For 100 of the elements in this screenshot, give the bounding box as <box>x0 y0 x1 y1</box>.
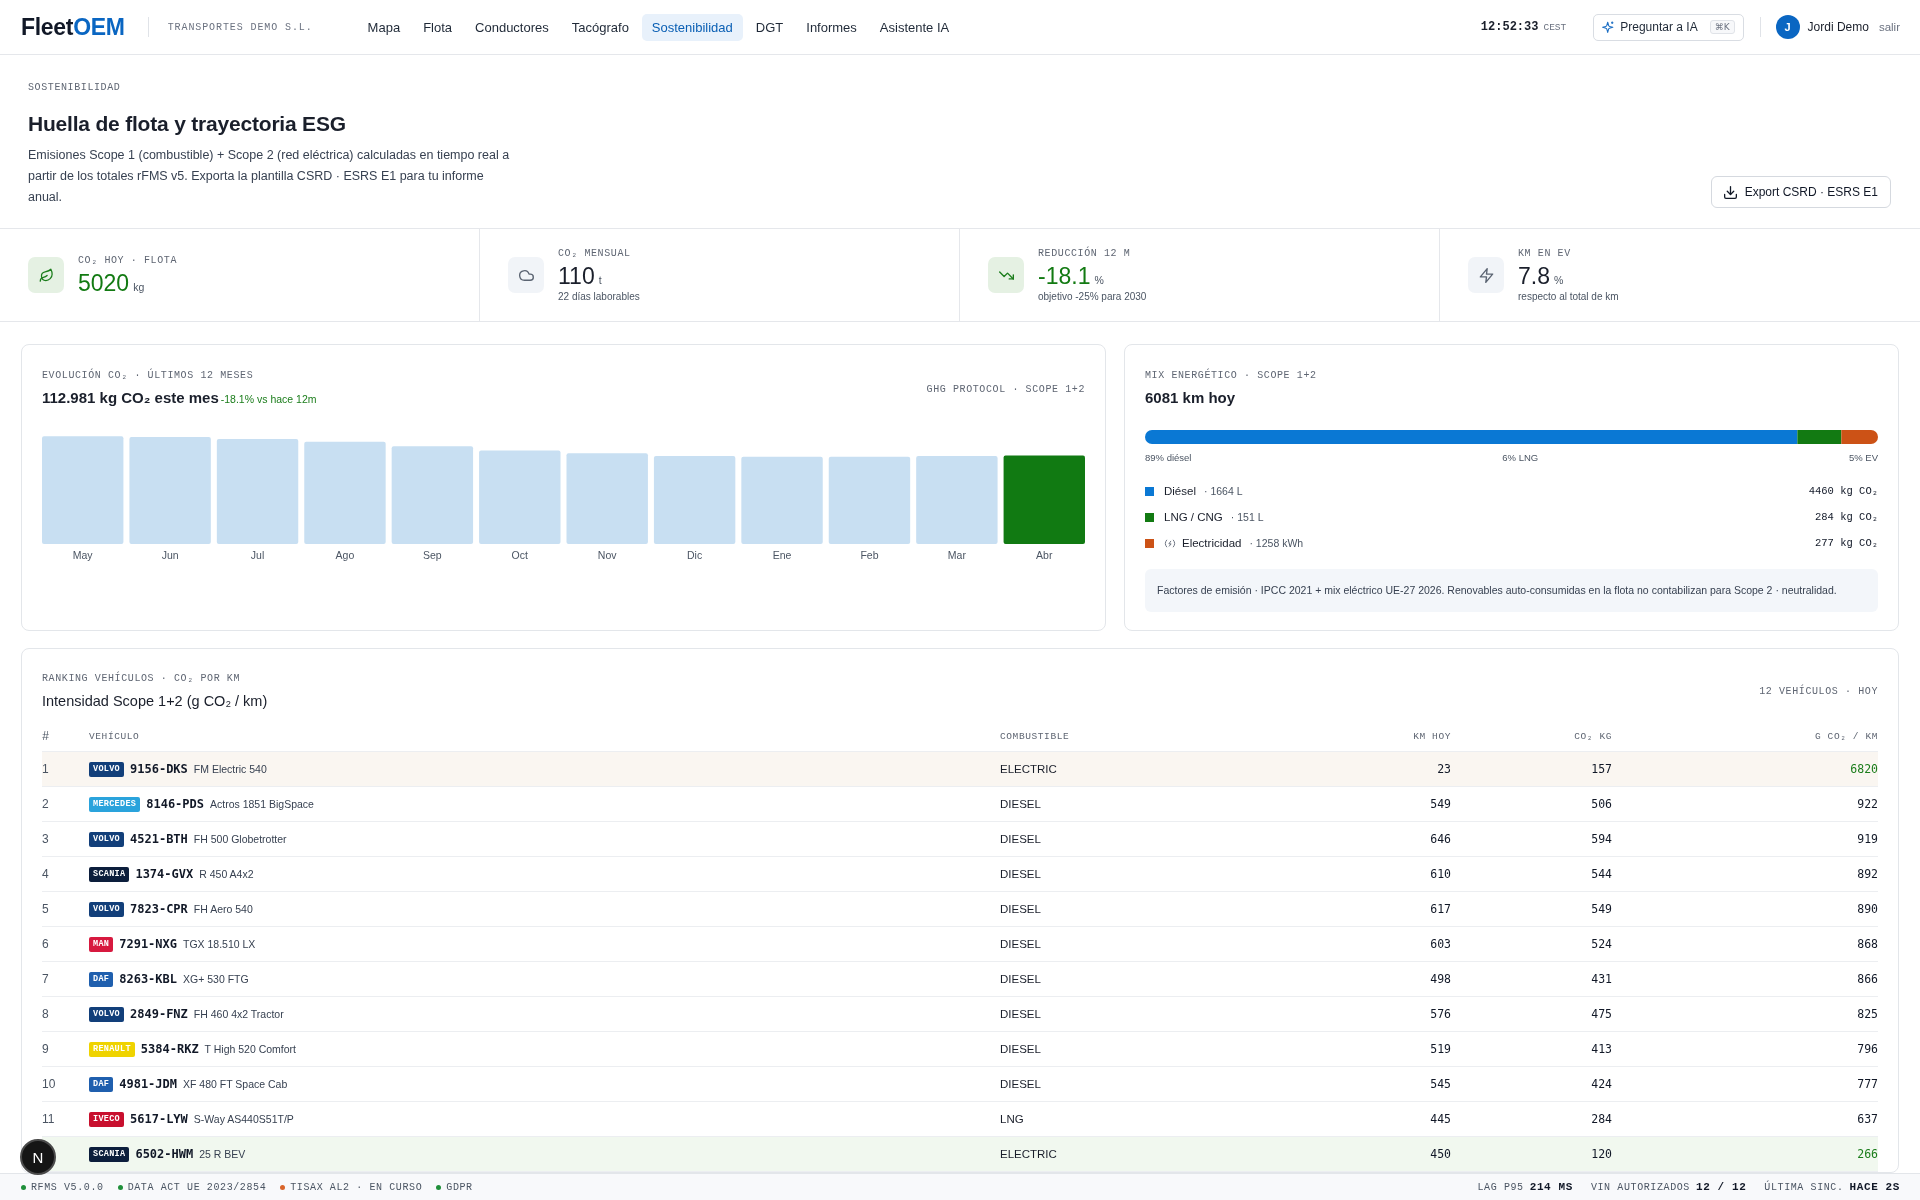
fuel-name: Diésel <box>1164 485 1196 497</box>
mix-label: 89% diésel <box>1145 451 1192 465</box>
kpi-unit: t <box>598 274 602 286</box>
brand-tag: SCANIA <box>89 866 130 882</box>
model-name: S-Way AS440S51T/P <box>193 1113 294 1125</box>
fuel-name: Electricidad <box>1182 537 1242 549</box>
user-name: Jordi Demo <box>1807 20 1869 34</box>
nav-tab[interactable]: Sostenibilidad <box>641 13 743 41</box>
model-name: XF 480 FT Space Cab <box>183 1078 288 1090</box>
model-name: R 450 A4x2 <box>199 868 254 880</box>
fuel-cell-text: ELECTRIC <box>1000 763 1058 775</box>
month-label: Feb <box>860 549 879 561</box>
km-cell-text: 610 <box>1429 867 1451 881</box>
avatar[interactable]: J <box>1775 15 1800 39</box>
brand-tag: DAF <box>89 971 114 987</box>
intensity-cell-text: 866 <box>1856 972 1878 986</box>
clock-time: 12:52:33 <box>1480 20 1539 34</box>
kpi-value: 7.8 <box>1518 263 1550 290</box>
co2-cell-text: 544 <box>1590 867 1612 881</box>
nav-tab[interactable]: DGT <box>745 13 794 41</box>
status-label: RFMS V5.0.0 <box>31 1181 104 1193</box>
intensity-cell-text: 777 <box>1856 1077 1878 1091</box>
intensity-cell-text: 868 <box>1856 937 1878 951</box>
column-header: G CO₂ / KM <box>1814 731 1878 742</box>
brand-tag: MERCEDES <box>89 796 141 812</box>
month-label: May <box>72 549 93 561</box>
metric-label: LAG P95 <box>1477 1182 1524 1193</box>
km-cell-text: 603 <box>1429 937 1451 951</box>
brand-tag: VOLVO <box>89 761 124 777</box>
ask-ai-button[interactable]: Preguntar a IA ⌘K <box>1593 13 1744 41</box>
intensity-cell-text: 6820 <box>1849 762 1878 776</box>
km-cell-text: 617 <box>1429 902 1451 916</box>
metric-value: 12 / 12 <box>1695 1181 1747 1193</box>
model-name: Actros 1851 BigSpace <box>210 798 314 810</box>
plate-number: 7291-NXG <box>119 937 177 951</box>
plate-number: 6502-HWM <box>135 1147 194 1161</box>
month-label: Dic <box>687 549 703 561</box>
fuel-name: LNG / CNG <box>1164 511 1223 523</box>
section-label: EVOLUCIÓN CO₂ · ÚLTIMOS 12 MESES <box>42 369 255 383</box>
intensity-cell-text: 892 <box>1856 867 1878 881</box>
nav-tab[interactable]: Asistente IA <box>869 13 960 41</box>
nav-tab[interactable]: Informes <box>796 13 867 41</box>
metric-value: HACE 2S <box>1849 1181 1900 1193</box>
co2-cell-text: 431 <box>1590 972 1612 986</box>
status-label: DATA ACT UE 2023/2854 <box>127 1181 267 1193</box>
co2-cell-text: 594 <box>1590 832 1612 846</box>
fuel-cell-text: DIESEL <box>1000 903 1042 915</box>
fuel-emissions: 4460 kg CO₂ <box>1808 485 1878 497</box>
month-label: Sep <box>423 549 442 561</box>
company-name: TRANSPORTES DEMO S.L. <box>167 21 313 33</box>
month-label: Mar <box>947 549 966 561</box>
kpi-value: 5020 <box>78 269 130 297</box>
kpi-note: objetivo -25% para 2030 <box>1038 290 1147 303</box>
brand-tag: VOLVO <box>89 831 124 847</box>
fuel-amount: · 1664 L <box>1203 485 1243 497</box>
rank-cell-text: 6 <box>42 937 50 951</box>
column-header: # <box>42 729 51 744</box>
km-cell-text: 450 <box>1429 1147 1451 1161</box>
plate-number: 5617-LYW <box>130 1112 188 1126</box>
logout-link[interactable]: salir <box>1878 21 1900 33</box>
kpi-value: -18.1 <box>1038 263 1091 290</box>
metric-label: VIN AUTORIZADOS <box>1590 1182 1690 1193</box>
fuel-cell-text: DIESEL <box>1000 833 1042 845</box>
plate-number: 8146-PDS <box>146 797 204 811</box>
keyboard-shortcut: ⌘K <box>1709 20 1735 34</box>
brand-tag: MAN <box>89 936 114 952</box>
change-label: -18.1% vs hace 12m <box>220 393 317 405</box>
nav-tab[interactable]: Mapa <box>357 13 411 41</box>
rank-cell-text: 11 <box>42 1112 56 1126</box>
nav-tab[interactable]: Conductores <box>465 13 559 41</box>
kpi-label: CO₂ HOY · FLOTA <box>78 253 177 268</box>
plate-number: 2849-FNZ <box>130 1007 188 1021</box>
logo[interactable]: FleetOEM <box>21 13 125 41</box>
co2-cell-text: 524 <box>1590 937 1612 951</box>
fuel-emissions: 277 kg CO₂ <box>1815 537 1878 549</box>
km-cell-text: 498 <box>1429 972 1451 986</box>
month-label: Ene <box>772 549 792 561</box>
rank-cell-text: 9 <box>42 1042 50 1056</box>
export-button[interactable]: Export CSRD · ESRS E1 <box>1710 176 1891 208</box>
co2-cell-text: 157 <box>1590 762 1612 776</box>
co2-cell-text: 424 <box>1590 1077 1612 1091</box>
model-name: FH 500 Globetrotter <box>193 833 287 845</box>
page-title: Huella de flota y trayectoria ESG <box>28 111 347 137</box>
nav-tab[interactable]: Flota <box>413 13 463 41</box>
model-name: TGX 18.510 LX <box>183 938 256 950</box>
km-cell-text: 576 <box>1429 1007 1451 1021</box>
fuel-emissions: 284 kg CO₂ <box>1815 511 1878 523</box>
intensity-cell-text: 637 <box>1856 1112 1878 1126</box>
rank-cell-text: 7 <box>42 972 50 986</box>
model-name: XG+ 530 FTG <box>183 973 249 985</box>
nav-tab[interactable]: Tacógrafo <box>561 13 639 41</box>
plate-number: 7823-CPR <box>130 902 188 916</box>
kpi-label: CO₂ MENSUAL <box>558 247 632 261</box>
plate-number: 4521-BTH <box>130 832 188 846</box>
dev-tools-button[interactable]: N <box>20 1139 56 1175</box>
fuel-cell-text: DIESEL <box>1000 868 1042 880</box>
co2-cell-text: 284 <box>1590 1112 1612 1126</box>
brand-tag: DAF <box>89 1076 114 1092</box>
status-label: TISAX AL2 · EN CURSO <box>290 1181 423 1193</box>
plate-number: 9156-DKS <box>130 762 188 776</box>
